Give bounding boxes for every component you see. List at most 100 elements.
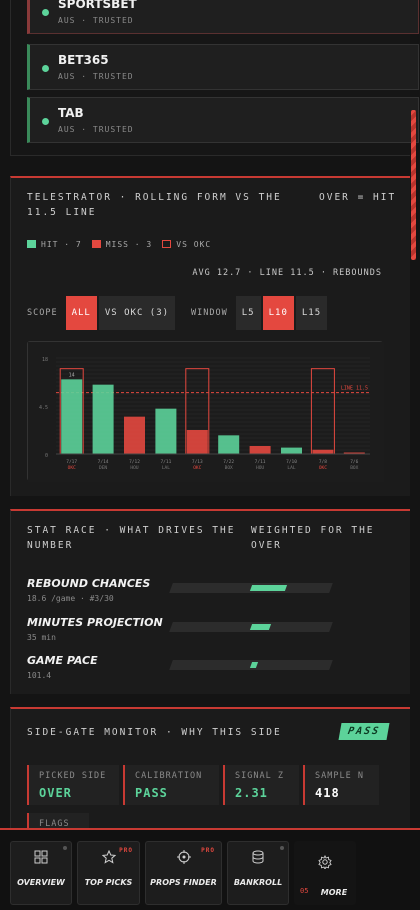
scrollbar[interactable]: [411, 110, 416, 260]
bottom-nav: OVERVIEW PRO TOP PICKS PRO PROPS FINDER …: [0, 828, 420, 910]
window-label: WINDOW: [191, 308, 228, 318]
rolling-form-chart: 0 4.5 18 LINE 11.5 7/17 OKC 7/14 DEN 7/12 HOU 7/11…: [27, 341, 384, 482]
gate-label: SAMPLE N: [315, 771, 364, 781]
book-sub: AUS · TRUSTED: [58, 72, 134, 81]
status-pip: [280, 846, 284, 850]
pro-badge: PRO: [119, 847, 133, 854]
x-tick-opponent: OKC: [319, 465, 327, 471]
line-threshold-label: LINE 11.5: [341, 386, 368, 392]
x-tick-opponent: DEN: [99, 465, 107, 471]
scope-all-button[interactable]: ALL: [65, 296, 97, 330]
nav-label: OVERVIEW: [17, 878, 65, 887]
nav-bankroll[interactable]: BANKROLL: [227, 841, 289, 905]
nav-label: BANKROLL: [233, 878, 283, 887]
chart-legend: HIT · 7 MISS · 3 VS OKC: [27, 240, 211, 249]
stat-sub: 18.6 /game · #3/30: [27, 594, 114, 603]
x-tick-date: 7/14: [98, 459, 109, 465]
scope-window-controls: SCOPE ALL VS OKC (3) WINDOW L5 L10 L15: [27, 296, 328, 330]
gear-icon: [318, 855, 332, 869]
book-name: TAB: [58, 106, 84, 120]
window-l5-button[interactable]: L5: [235, 296, 261, 330]
gate-card-signal-z: SIGNAL Z 2.31: [223, 765, 299, 805]
x-tick-date: 7/22: [223, 459, 234, 465]
nav-props-finder[interactable]: PRO PROPS FINDER: [145, 841, 222, 905]
stat-bar: [169, 622, 333, 632]
legend-hit: HIT · 7: [27, 240, 82, 249]
book-name: SPORTSBET: [58, 0, 137, 11]
stat-fill: [249, 585, 288, 591]
grid-icon: [34, 850, 48, 864]
bar: [281, 447, 302, 454]
x-tick-date: 7/6: [350, 459, 358, 465]
status-pip: [63, 846, 67, 850]
book-name: BET365: [58, 53, 109, 67]
bar: [92, 384, 114, 454]
x-tick-opponent: LAL: [287, 465, 295, 471]
gate-value: PASS: [135, 786, 168, 800]
nav-label: TOP PICKS: [84, 878, 133, 887]
gate-value: 418: [315, 786, 340, 800]
crosshair-icon: [176, 850, 191, 864]
book-card-tab[interactable]: TAB AUS · TRUSTED: [27, 97, 419, 143]
window-l15-button[interactable]: L15: [295, 296, 328, 330]
bar: [155, 408, 177, 454]
bar: [124, 416, 145, 454]
gate-card-calibration: CALIBRATION PASS: [123, 765, 219, 805]
pro-badge: PRO: [201, 847, 215, 854]
x-tick-opponent: BOX: [350, 465, 358, 471]
star-icon: [101, 850, 116, 864]
x-tick-date: 7/17: [66, 459, 77, 465]
stat-row-minutes-projection: MINUTES PROJECTION 35 min: [27, 616, 397, 642]
stat-bar: [169, 583, 333, 593]
stat-race-panel: STAT RACE · WHAT DRIVES THE NUMBER WEIGH…: [10, 509, 410, 694]
x-tick-date: 7/10: [286, 459, 297, 465]
gate-value: OVER: [39, 786, 72, 800]
stat-row-rebound-chances: REBOUND CHANCES 18.6 /game · #3/30: [27, 577, 397, 603]
telestrator-title: TELESTRATOR · ROLLING FORM VS THE 11.5 L…: [27, 192, 282, 218]
nav-overview[interactable]: OVERVIEW: [10, 841, 72, 905]
x-tick-opponent: OKC: [193, 465, 201, 471]
status-dot: [42, 118, 49, 125]
nav-more[interactable]: 05 MORE: [294, 841, 356, 905]
stat-row-game-pace: GAME PACE 101.4: [27, 654, 397, 680]
bar: [312, 449, 334, 454]
stat-race-subtitle: WEIGHTED FOR THE OVER: [251, 525, 375, 551]
average-summary: AVG 12.7 · LINE 11.5 · REBOUNDS: [192, 268, 382, 278]
more-count-badge: 05: [300, 887, 309, 895]
gate-label: CALIBRATION: [135, 771, 203, 781]
stat-fill: [249, 624, 272, 630]
y-tick-label: 18: [42, 357, 48, 363]
pass-badge: PASS: [338, 723, 390, 740]
gate-label: PICKED SIDE: [39, 771, 107, 781]
nav-top-picks[interactable]: PRO TOP PICKS: [77, 841, 140, 905]
book-sub: AUS · TRUSTED: [58, 16, 134, 25]
stat-fill: [249, 662, 259, 668]
gate-card-sample-n: SAMPLE N 418: [303, 765, 379, 805]
gate-label: FLAGS: [39, 819, 70, 828]
database-icon: [252, 850, 264, 864]
scope-label: SCOPE: [27, 308, 58, 318]
x-tick-date: 7/12: [129, 459, 140, 465]
x-tick-opponent: HOU: [130, 465, 138, 471]
gate-value: 2.31: [235, 786, 268, 800]
data-label: 14: [69, 372, 75, 378]
bar: [186, 430, 208, 454]
y-tick-label: 0: [45, 453, 48, 459]
book-card-sportsbet[interactable]: SPORTSBET AUS · TRUSTED: [27, 0, 419, 34]
x-tick-opponent: LAL: [162, 465, 170, 471]
x-tick-date: 7/11: [255, 459, 266, 465]
side-gate-panel: SIDE-GATE MONITOR · WHY THIS SIDE PASS P…: [10, 707, 410, 828]
window-l10-button[interactable]: L10: [262, 296, 294, 330]
telestrator-panel: TELESTRATOR · ROLLING FORM VS THE 11.5 L…: [10, 176, 410, 496]
bar: [61, 379, 83, 454]
stat-race-title: STAT RACE · WHAT DRIVES THE NUMBER: [27, 525, 236, 551]
scope-vs-okc-button[interactable]: VS OKC (3): [98, 296, 176, 330]
nav-label: MORE: [320, 888, 348, 897]
x-tick-opponent: BOX: [225, 465, 233, 471]
book-sub: AUS · TRUSTED: [58, 125, 134, 134]
status-dot: [42, 65, 49, 72]
nav-label: PROPS FINDER: [150, 878, 217, 887]
y-tick-label: 4.5: [39, 405, 48, 411]
x-tick-date: 7/11: [160, 459, 171, 465]
book-card-bet365[interactable]: BET365 AUS · TRUSTED: [27, 44, 419, 90]
